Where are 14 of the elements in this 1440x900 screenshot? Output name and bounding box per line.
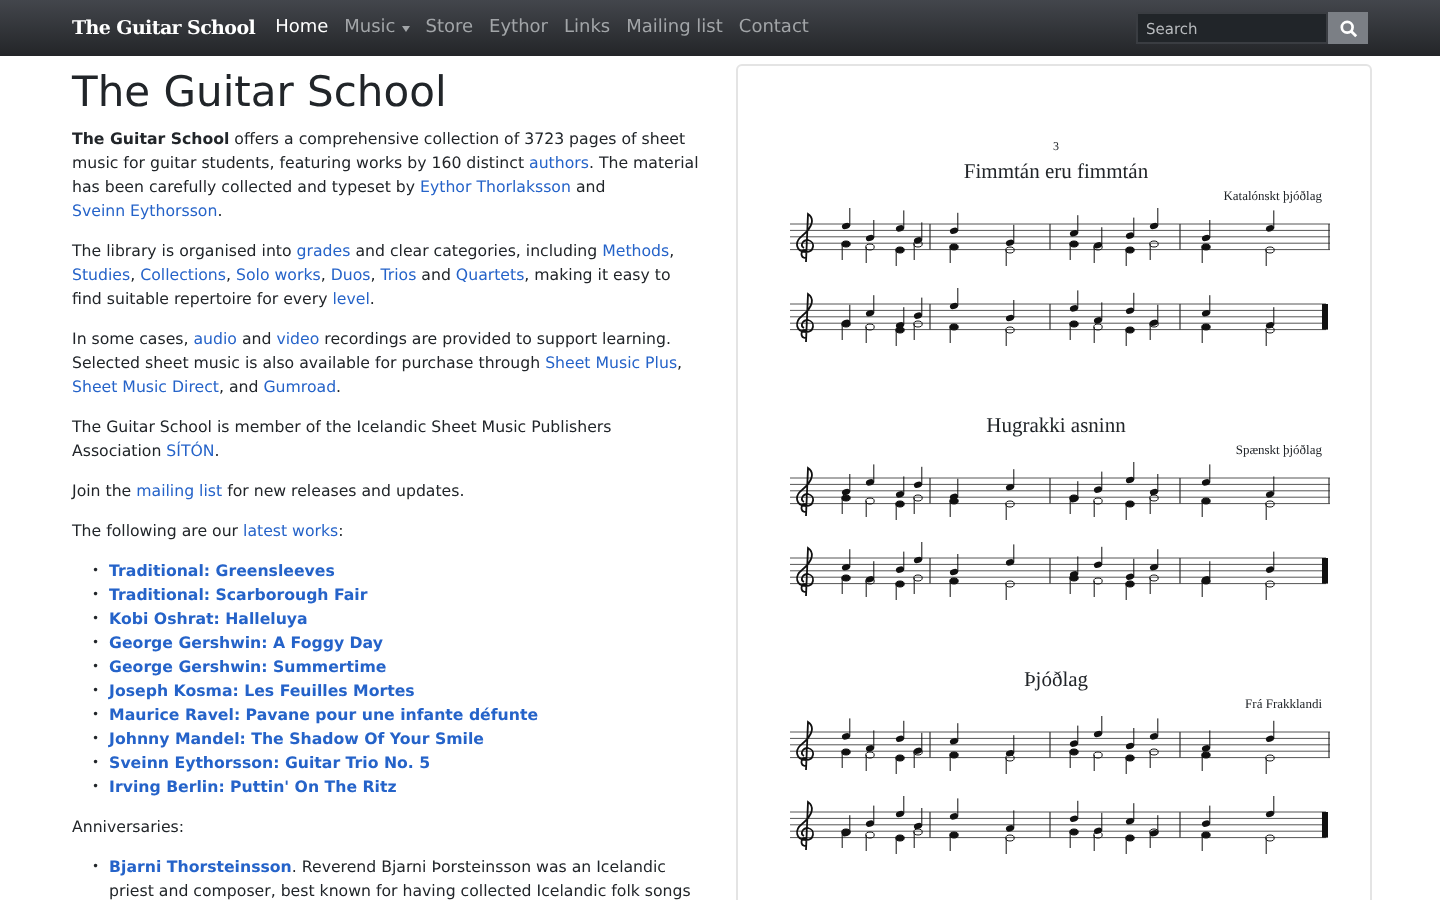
nav-link[interactable]: Music [344, 18, 410, 38]
piece-title: Fimmtán eru fimmtán [961, 162, 1151, 184]
nav-link[interactable]: Contact [738, 18, 809, 38]
nav-link[interactable]: Links [564, 18, 611, 38]
piece-title: Þjóðlag [1021, 670, 1091, 692]
nav-link[interactable]: Mailing list [626, 18, 723, 38]
nav-link[interactable]: Home [275, 18, 329, 38]
search-icon [1339, 19, 1357, 37]
nav-link[interactable]: Eythor [489, 18, 548, 38]
site-logo[interactable]: The Guitar School [72, 17, 256, 39]
nav-link[interactable]: Store [425, 18, 474, 38]
piece-title: Hugrakki asninn [984, 416, 1128, 438]
page-title: The Guitar School [72, 68, 449, 116]
search-button[interactable] [1328, 12, 1368, 44]
